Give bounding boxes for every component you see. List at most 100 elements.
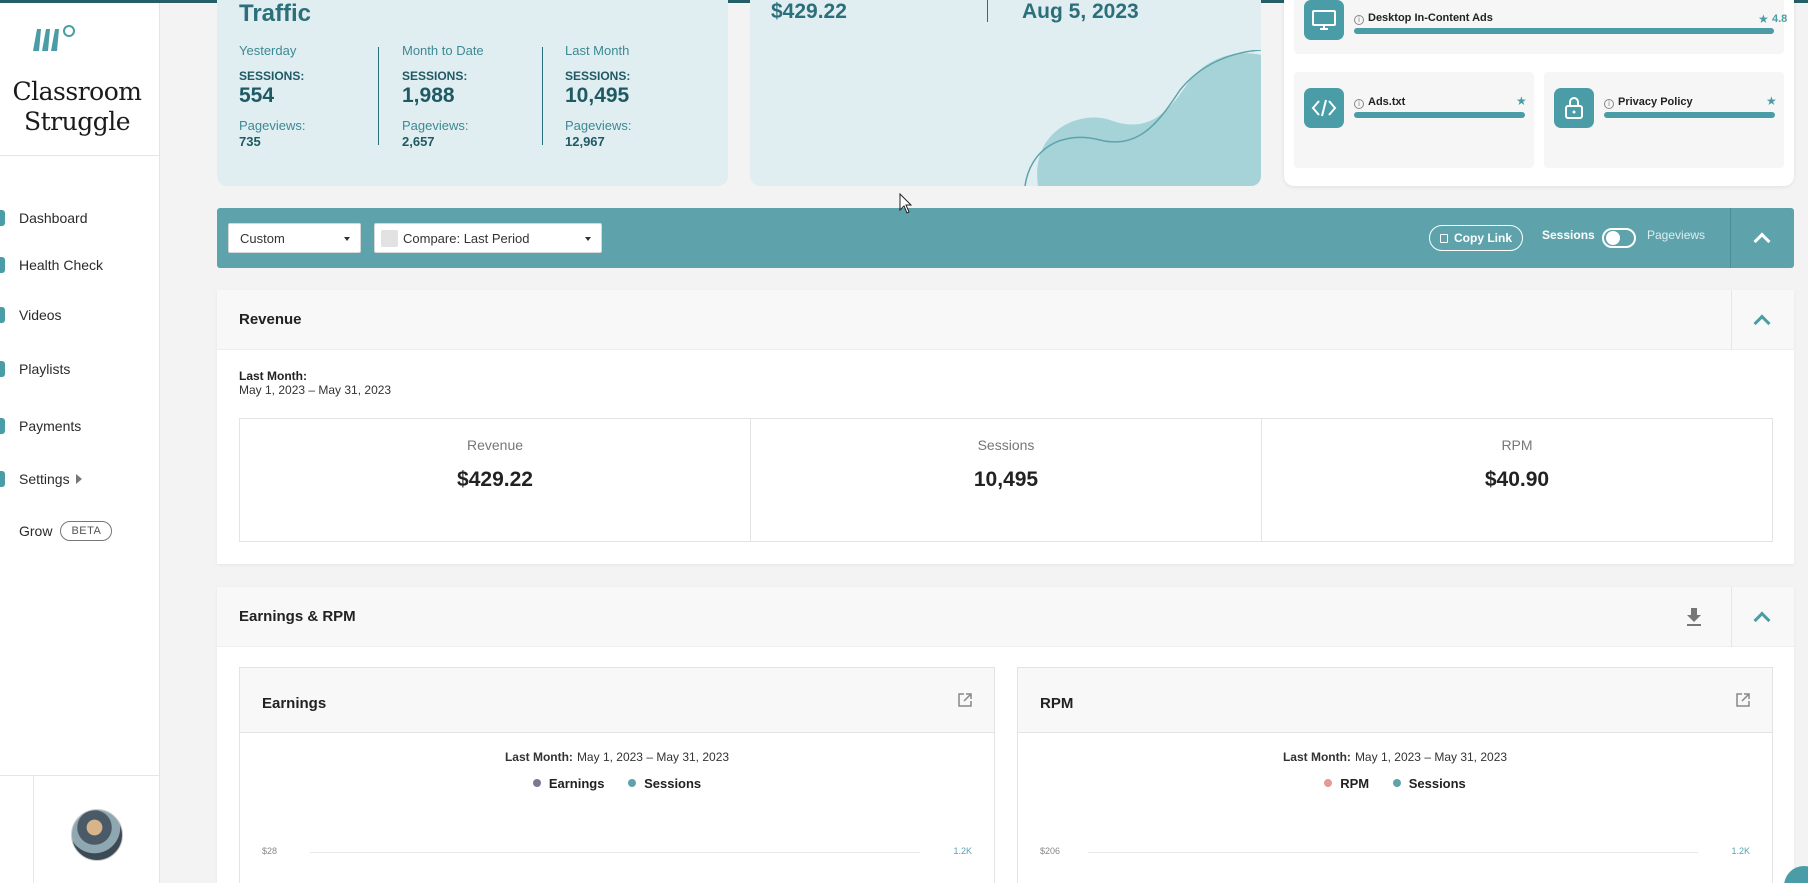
sidebar-item-grow[interactable]: Grow BETA bbox=[0, 518, 113, 544]
period-label: Last Month: bbox=[239, 369, 307, 383]
health-item-name: i Desktop In-Content Ads bbox=[1354, 12, 1493, 25]
compare-checkbox[interactable] bbox=[381, 229, 398, 247]
star-icon: ★ bbox=[1758, 12, 1769, 26]
sessions-label: SESSIONS: bbox=[402, 69, 468, 83]
traffic-title: Traffic bbox=[239, 0, 312, 27]
chart-period-label: Last Month: bbox=[1282, 750, 1351, 764]
sidebar-item-label: Settings bbox=[19, 471, 70, 487]
collapse-revenue-icon[interactable] bbox=[1753, 314, 1771, 332]
traffic-card: Traffic Yesterday SESSIONS: 554 Pageview… bbox=[217, 0, 728, 186]
y-axis-left-tick: $28 bbox=[262, 846, 278, 856]
star-icon: ★ bbox=[1516, 94, 1527, 108]
y-axis-right-tick: 1.2K bbox=[1731, 846, 1750, 856]
pageviews-label: Pageviews: bbox=[239, 118, 306, 133]
open-external-icon[interactable] bbox=[958, 693, 972, 707]
beta-badge: BETA bbox=[60, 521, 113, 541]
legend-dot bbox=[1324, 779, 1333, 787]
legend-item-earnings[interactable]: Earnings bbox=[532, 776, 604, 791]
health-item-privacy-policy[interactable]: i Privacy Policy ★ bbox=[1544, 72, 1784, 168]
metric-value: $429.22 bbox=[457, 468, 533, 491]
wallet-icon bbox=[0, 418, 5, 434]
collapse-earnings-icon[interactable] bbox=[1753, 611, 1771, 629]
revenue-summary-card: $429.22 Aug 5, 2023 bbox=[750, 0, 1261, 186]
metric-revenue: Revenue $429.22 bbox=[240, 419, 751, 541]
traffic-column-yesterday: Yesterday SESSIONS: 554 Pageviews: 735 bbox=[239, 43, 379, 149]
toolbar-divider bbox=[1730, 208, 1731, 268]
legend-item-rpm[interactable]: RPM bbox=[1324, 776, 1369, 791]
filter-toolbar: Custom Compare: Last Period Copy Link Se… bbox=[217, 208, 1794, 268]
chart-period-range: May 1, 2023 – May 31, 2023 bbox=[576, 750, 730, 764]
info-icon[interactable]: i bbox=[1354, 15, 1364, 25]
copy-link-button[interactable]: Copy Link bbox=[1429, 225, 1524, 251]
legend-item-sessions[interactable]: Sessions bbox=[628, 776, 701, 791]
chart-title: RPM bbox=[1040, 695, 1074, 712]
panel-title: Revenue bbox=[239, 311, 302, 328]
sidebar-item-label: Dashboard bbox=[19, 210, 88, 226]
chart-period-label: Last Month: bbox=[504, 750, 573, 764]
metric-label: RPM bbox=[1501, 437, 1533, 453]
copy-link-label: Copy Link bbox=[1454, 231, 1513, 245]
avatar[interactable] bbox=[71, 809, 123, 861]
revenue-metrics: Revenue $429.22 Sessions 10,495 RPM $40.… bbox=[239, 418, 1773, 542]
chart-period-range: May 1, 2023 – May 31, 2023 bbox=[1354, 750, 1508, 764]
lock-icon bbox=[1554, 88, 1594, 128]
pageviews-label: Pageviews: bbox=[402, 118, 469, 133]
chart-gridline bbox=[1088, 852, 1698, 853]
dropdown-arrow-icon bbox=[344, 237, 350, 241]
chart-period: Last Month: May 1, 2023 – May 31, 2023 bbox=[240, 750, 994, 764]
sidebar-item-label: Grow bbox=[19, 523, 53, 539]
star-icon: ★ bbox=[1766, 94, 1777, 108]
traffic-divider bbox=[542, 47, 543, 145]
traffic-period: Last Month bbox=[565, 43, 630, 58]
health-item-desktop-in-content-ads[interactable]: i Desktop In-Content Ads ★ 4.8 bbox=[1294, 0, 1787, 54]
legend-item-sessions[interactable]: Sessions bbox=[1392, 776, 1466, 791]
sidebar-item-label: Payments bbox=[19, 418, 82, 434]
sidebar-footer-divider bbox=[0, 775, 160, 776]
legend-dot bbox=[1392, 779, 1401, 787]
sidebar-item-label: Playlists bbox=[19, 361, 71, 377]
sidebar-footer-vdivider bbox=[33, 775, 34, 883]
gear-icon bbox=[0, 471, 5, 487]
health-progress-bar bbox=[1604, 112, 1775, 118]
code-icon bbox=[1304, 88, 1344, 128]
sidebar-item-health-check[interactable]: Health Check bbox=[0, 252, 103, 278]
sidebar-item-videos[interactable]: Videos bbox=[0, 302, 62, 328]
date-range-select[interactable]: Custom bbox=[228, 223, 361, 253]
pageviews-value: 2,657 bbox=[402, 134, 435, 149]
brand-line-1: Classroom bbox=[12, 77, 142, 106]
sidebar-divider bbox=[0, 155, 160, 156]
sessions-value: 554 bbox=[239, 84, 275, 107]
toggle-knob bbox=[1606, 231, 1620, 245]
sprout-icon bbox=[0, 523, 5, 539]
sessions-value: 10,495 bbox=[565, 84, 630, 107]
sidebar-item-payments[interactable]: Payments bbox=[0, 413, 81, 439]
copy-icon bbox=[1440, 233, 1448, 243]
logo-icon[interactable] bbox=[31, 23, 77, 57]
info-icon[interactable]: i bbox=[1604, 99, 1614, 109]
sidebar-item-settings[interactable]: Settings bbox=[0, 466, 82, 492]
health-check-card: i Desktop In-Content Ads ★ 4.8 i Ads.txt ★… bbox=[1284, 0, 1794, 186]
compare-select[interactable]: Compare: Last Period bbox=[374, 223, 602, 253]
revenue-amount: $429.22 bbox=[771, 0, 847, 23]
traffic-divider bbox=[378, 47, 379, 145]
health-item-ads-txt[interactable]: i Ads.txt ★ bbox=[1294, 72, 1534, 168]
panel-title: Earnings & RPM bbox=[239, 608, 356, 625]
sidebar-item-label: Health Check bbox=[19, 257, 104, 273]
open-external-icon[interactable] bbox=[1736, 693, 1750, 707]
sessions-value: 1,988 bbox=[402, 84, 455, 107]
download-icon[interactable] bbox=[1686, 607, 1702, 627]
date-range-value: Custom bbox=[240, 230, 285, 246]
caret-right-icon bbox=[75, 474, 82, 484]
revenue-divider bbox=[987, 0, 988, 22]
collapse-toolbar-icon[interactable] bbox=[1753, 232, 1771, 250]
sidebar-item-playlists[interactable]: Playlists bbox=[0, 356, 70, 382]
info-icon[interactable]: i bbox=[1354, 99, 1364, 109]
period-range: May 1, 2023 – May 31, 2023 bbox=[239, 383, 392, 397]
sessions-pageviews-toggle[interactable] bbox=[1602, 228, 1636, 248]
chart-card-header: Earnings bbox=[240, 668, 994, 733]
rpm-chart-card: RPM Last Month: May 1, 2023 – May 31, 202… bbox=[1017, 667, 1773, 883]
sidebar-item-dashboard[interactable]: Dashboard bbox=[0, 205, 88, 231]
earnings-panel-header: Earnings & RPM bbox=[217, 587, 1794, 647]
playlist-icon bbox=[0, 361, 5, 377]
sidebar: Classroom Struggle Dashboard Health Chec… bbox=[0, 3, 160, 883]
